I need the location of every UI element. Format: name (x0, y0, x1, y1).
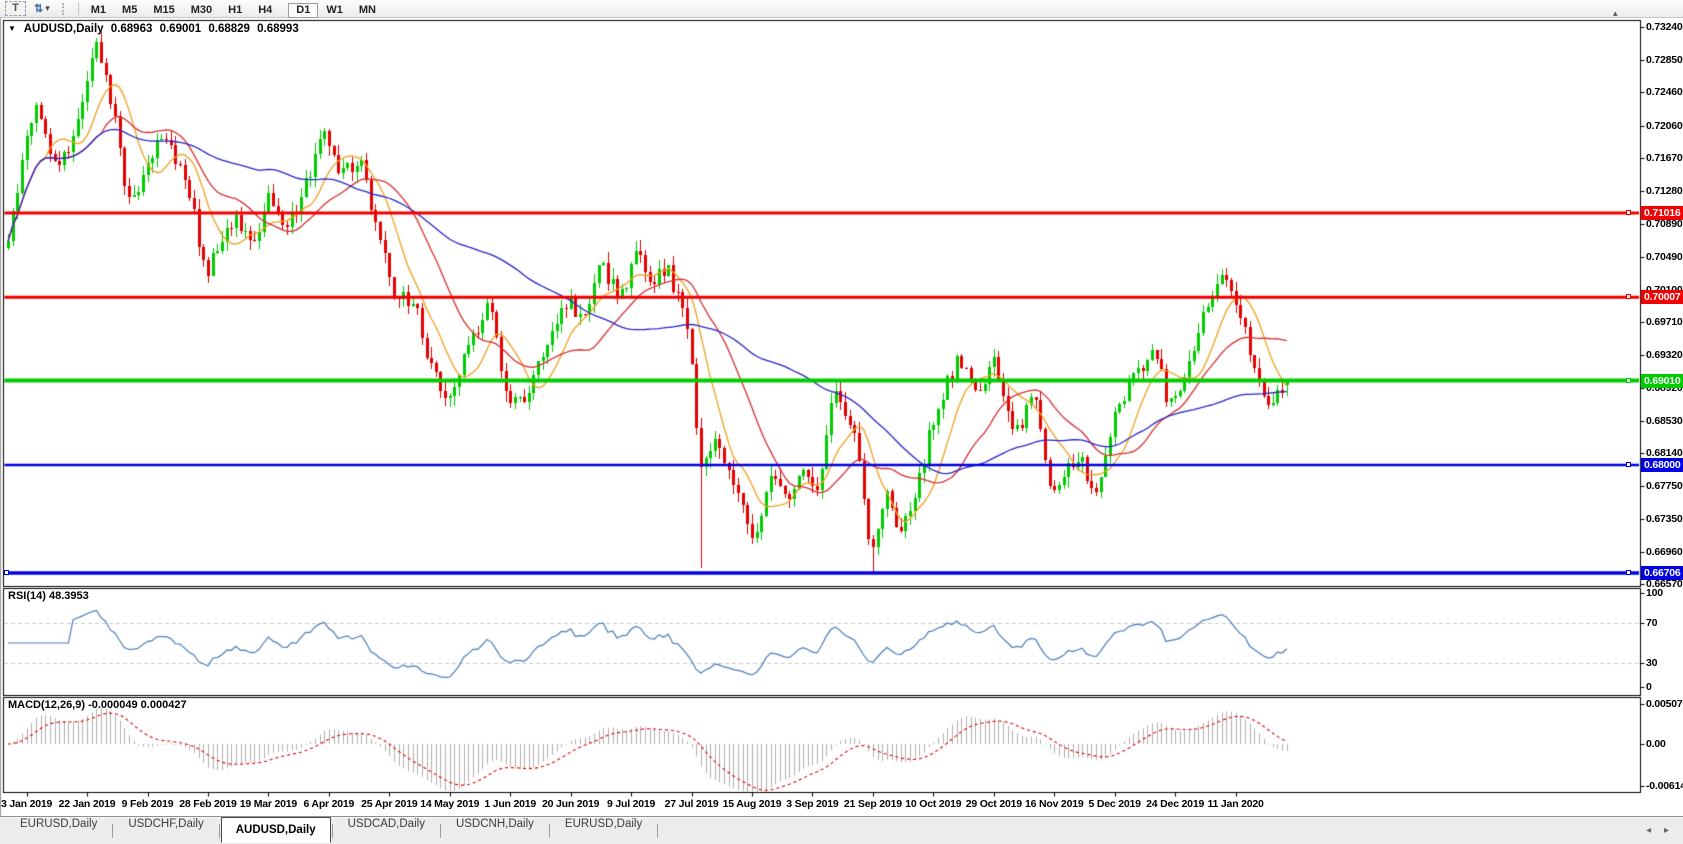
price-axis-label: 0.68530 (1646, 415, 1683, 427)
chart-title: ▼ AUDUSD,Daily 0.68963 0.69001 0.68829 0… (8, 23, 303, 35)
timeframe-button-d1[interactable]: D1 (288, 3, 318, 18)
price-axis-label: 0.70490 (1646, 251, 1683, 263)
timeframe-button-m15[interactable]: M15 (145, 3, 182, 18)
price-axis-label: 0.67350 (1646, 513, 1683, 525)
price-line-handle[interactable] (1626, 378, 1631, 383)
price-axis-label: 0.69710 (1646, 316, 1683, 328)
rsi-axis-label: 100 (1646, 587, 1663, 599)
price-line-handle[interactable] (1626, 294, 1631, 299)
chart-mode-button[interactable]: T (5, 1, 26, 16)
macd-axis-label: 0.005076 (1646, 698, 1683, 710)
price-line-badge: 0.69010 (1641, 374, 1683, 388)
tab-scroll-right-icon[interactable]: ▸ (1664, 825, 1669, 836)
tab-separator (332, 824, 333, 838)
timeframe-button-mn[interactable]: MN (351, 3, 384, 18)
title-low: 0.68829 (208, 23, 250, 35)
price-line-handle[interactable] (1626, 462, 1631, 467)
mt4-chart-window: T ⇅ ▾ M1M5M15M30H1H4 D1W1MN ▴ ▼ AUDUSD,Da… (0, 0, 1683, 844)
date-axis-label: 11 Jan 2020 (1196, 798, 1276, 810)
price-line-handle[interactable] (1626, 570, 1631, 575)
price-axis-label: 0.72850 (1646, 54, 1683, 66)
chart-tab-bar: EURUSD,DailyUSDCHF,DailyAUDUSD,DailyUSDC… (0, 816, 1683, 844)
timeframe-button-m5[interactable]: M5 (114, 3, 145, 18)
price-line-handle[interactable] (1626, 210, 1631, 215)
timeframe-button-group: M1M5M15M30H1H4 D1W1MN (83, 0, 384, 18)
price-axis-label: 0.71280 (1646, 185, 1683, 197)
chart-tab-usdcad[interactable]: USDCAD,Daily (334, 818, 439, 844)
title-close: 0.68993 (257, 23, 299, 35)
macd-axis-label: -0.006148 (1646, 780, 1683, 792)
dropdown-caret-icon[interactable]: ▾ (45, 3, 50, 14)
price-line-badge: 0.66706 (1641, 566, 1683, 580)
macd-axis-label: 0.00 (1646, 738, 1666, 750)
rsi-label: RSI(14) 48.3953 (8, 590, 89, 602)
price-line-badge: 0.68000 (1641, 458, 1683, 472)
title-high: 0.69001 (160, 23, 202, 35)
price-axis-label: 0.67750 (1646, 480, 1683, 492)
macd-label: MACD(12,26,9) -0.000049 0.000427 (8, 699, 187, 711)
timeframe-button-h4[interactable]: H4 (250, 3, 280, 18)
chart-tabs: EURUSD,DailyUSDCHF,DailyAUDUSD,DailyUSDC… (0, 817, 659, 844)
title-open: 0.68963 (111, 23, 153, 35)
chart-tab-usdchf[interactable]: USDCHF,Daily (114, 818, 217, 844)
price-axis-label: 0.73240 (1646, 21, 1683, 33)
chart-tab-usdcnh[interactable]: USDCNH,Daily (442, 818, 548, 844)
chart-tab-eurusd[interactable]: EURUSD,Daily (551, 818, 656, 844)
updown-arrows-icon[interactable]: ⇅ (34, 2, 43, 15)
axis-scroll-up-icon[interactable]: ▴ (1613, 8, 1618, 19)
chart-canvas[interactable] (0, 0, 1683, 844)
timeframe-button-w1[interactable]: W1 (318, 3, 351, 18)
price-axis-label: 0.72060 (1646, 120, 1683, 132)
timeframe-toolbar: T ⇅ ▾ M1M5M15M30H1H4 D1W1MN (0, 0, 1683, 18)
chart-tab-eurusd[interactable]: EURUSD,Daily (6, 818, 111, 844)
price-line-badge: 0.70007 (1641, 290, 1683, 304)
tab-scroll-left-icon[interactable]: ◂ (1646, 825, 1651, 836)
price-line-badge: 0.71016 (1641, 206, 1683, 220)
toolbar-separator (78, 2, 79, 15)
rsi-axis-label: 70 (1646, 617, 1657, 629)
title-symbol: AUDUSD,Daily (24, 23, 104, 35)
timeframe-button-h1[interactable]: H1 (220, 3, 250, 18)
timeframe-button-m30[interactable]: M30 (183, 3, 220, 18)
price-axis-label: 0.72460 (1646, 86, 1683, 98)
toolbar-grip-handle[interactable] (62, 3, 68, 15)
rsi-axis-label: 0 (1646, 681, 1652, 693)
price-axis-label: 0.66960 (1646, 546, 1683, 558)
tab-separator (440, 824, 441, 838)
symbol-collapse-icon[interactable]: ▼ (8, 24, 16, 33)
price-line-handle[interactable] (4, 570, 9, 575)
tab-separator (657, 824, 658, 838)
tab-scroll-buttons: ◂ ▸ (1636, 825, 1669, 836)
timeframe-button-m1[interactable]: M1 (83, 3, 114, 18)
chart-tab-audusd[interactable]: AUDUSD,Daily (221, 817, 331, 843)
price-axis-label: 0.71670 (1646, 152, 1683, 164)
tab-separator (219, 824, 220, 838)
tab-separator (549, 824, 550, 838)
tab-separator (112, 824, 113, 838)
price-axis-label: 0.69320 (1646, 349, 1683, 361)
rsi-axis-label: 30 (1646, 657, 1657, 669)
